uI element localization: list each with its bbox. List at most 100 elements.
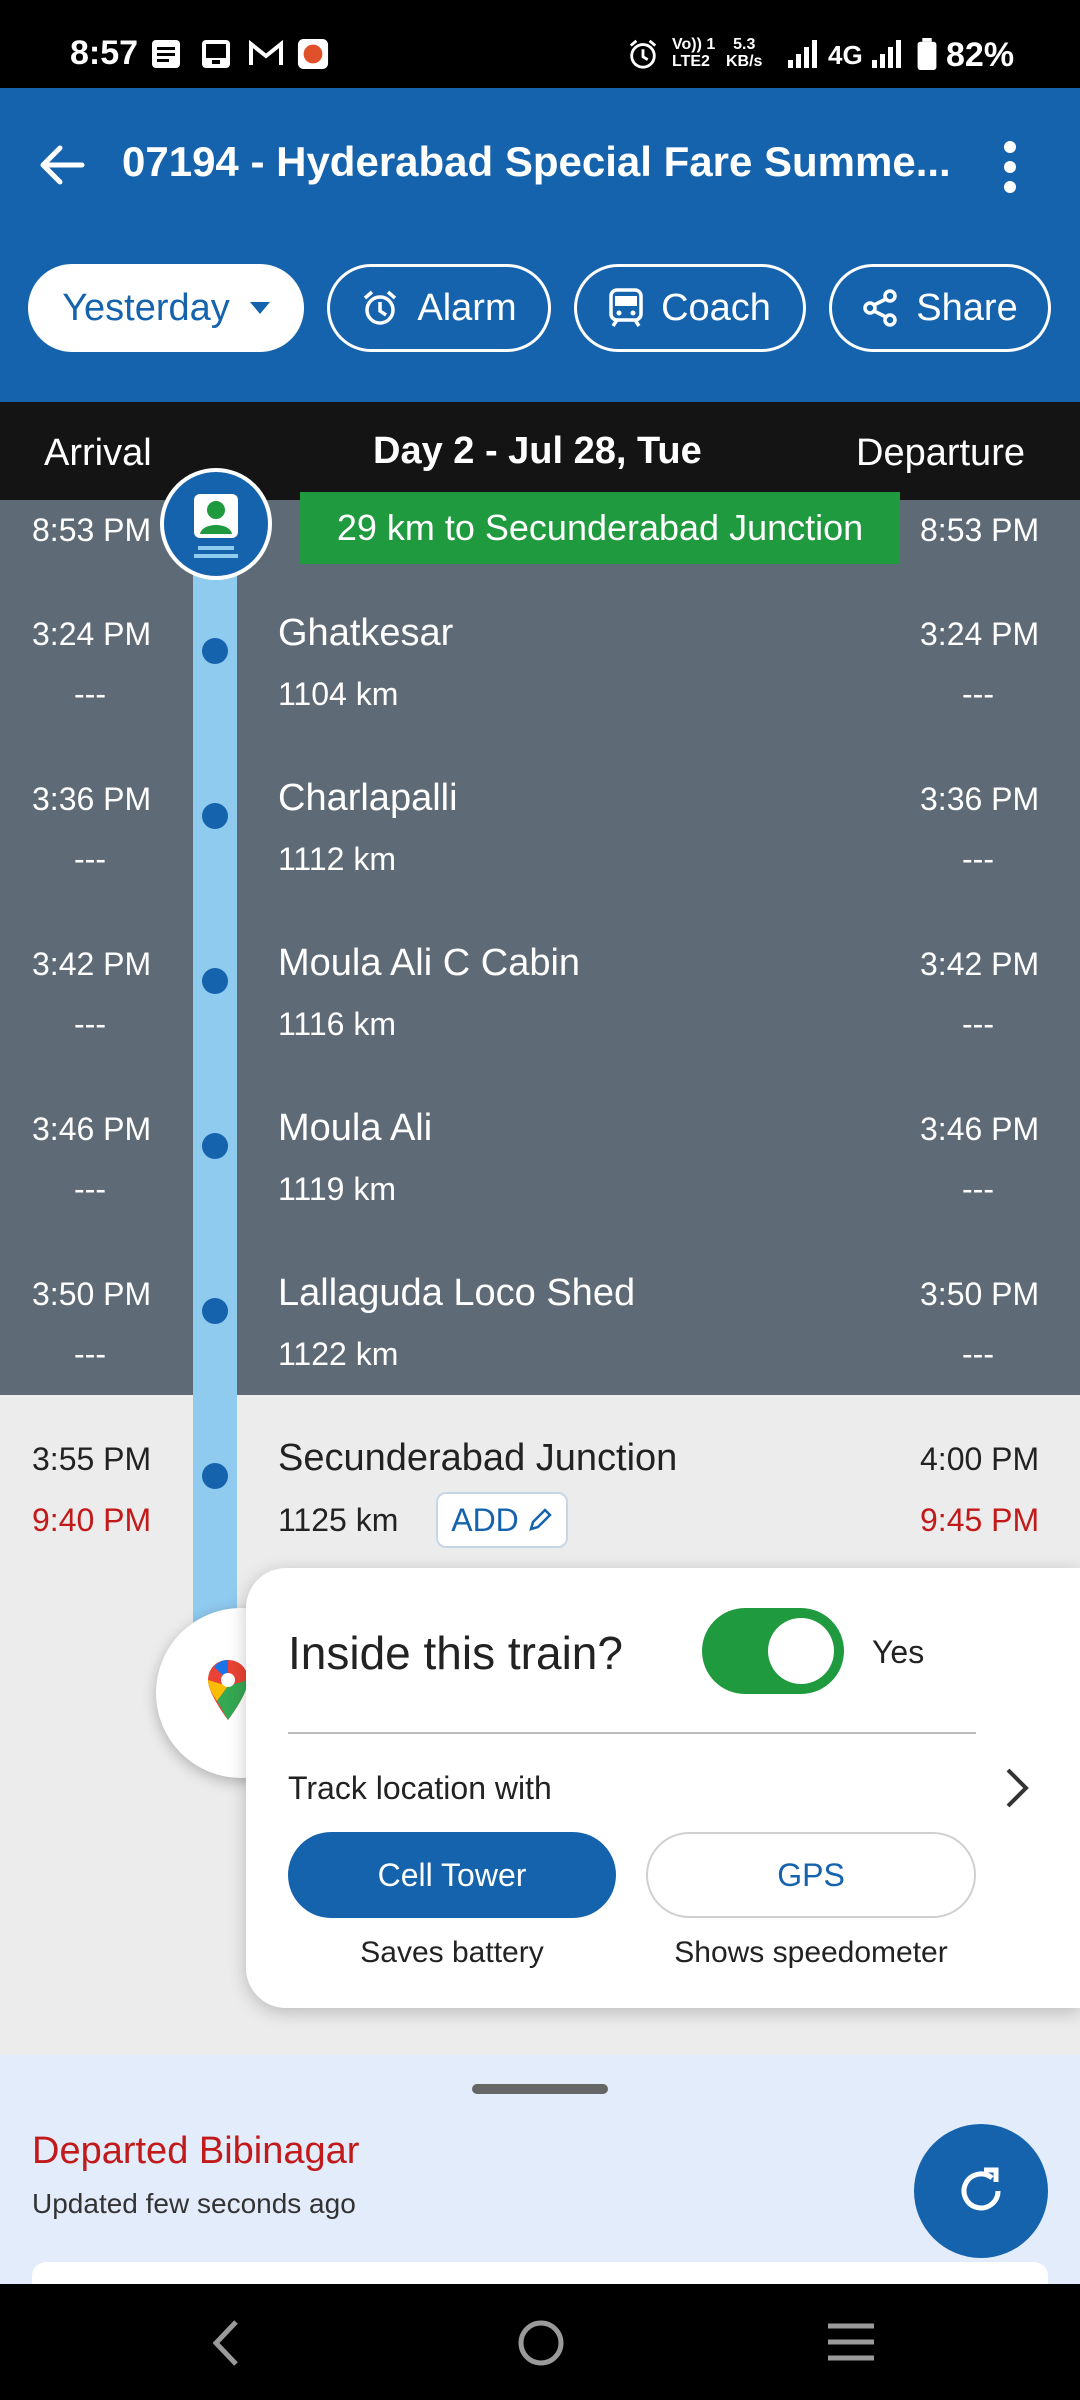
cell-tower-description: Saves battery <box>360 1936 544 1969</box>
last-updated-text: Updated few seconds ago <box>32 2188 356 2219</box>
station-dot <box>202 1463 228 1489</box>
station-dot <box>202 1298 228 1324</box>
station-name[interactable]: Moula Ali <box>278 1107 432 1150</box>
gps-button[interactable]: GPS <box>646 1832 976 1918</box>
actual-arrival: --- <box>74 841 106 877</box>
coach-train-icon <box>609 288 643 327</box>
date-select-chip[interactable]: Yesterday <box>28 264 304 352</box>
volte-indicator: Vo)) 1 LTE2 <box>672 36 716 70</box>
inside-train-question: Inside this train? <box>288 1627 623 1679</box>
chevron-right-icon[interactable] <box>1000 1766 1034 1810</box>
nav-home-icon[interactable] <box>516 2318 566 2368</box>
actual-departure: --- <box>962 1171 994 1207</box>
maps-pin-icon <box>208 1660 248 1720</box>
arrival-time: 3:36 PM <box>32 781 152 817</box>
network-type: 4G <box>828 40 863 70</box>
arrival-time: 3:46 PM <box>32 1111 152 1147</box>
train-location-icon <box>194 494 238 558</box>
signal-icon-1 <box>788 40 817 68</box>
arrival-time: 3:24 PM <box>32 616 152 652</box>
arrival-time: 3:55 PM <box>32 1441 152 1477</box>
running-status-title: Departed Bibinagar <box>32 2130 360 2172</box>
sheet-drag-handle[interactable] <box>472 2084 608 2094</box>
net-speed: 5.3 KB/s <box>726 36 763 70</box>
refresh-icon <box>961 2167 1001 2211</box>
station-dot <box>202 1133 228 1159</box>
actual-arrival: --- <box>74 1006 106 1042</box>
actual-departure: --- <box>962 1006 994 1042</box>
arrival-time: 3:50 PM <box>32 1276 152 1312</box>
coach-label: Coach <box>661 286 771 329</box>
battery-icon <box>917 38 937 70</box>
current-departure-time: 8:53 PM <box>920 512 1040 548</box>
alarm-label: Alarm <box>417 286 517 329</box>
caret-down-icon <box>249 302 270 314</box>
route-track-line <box>193 402 237 1632</box>
gmail-icon <box>249 39 283 65</box>
alarm-clock-icon <box>364 290 397 325</box>
station-dot <box>202 803 228 829</box>
train-title: 07194 - Hyderabad Special Fare Summe... <box>122 138 951 185</box>
station-name[interactable]: Lallaguda Loco Shed <box>278 1272 635 1315</box>
pencil-icon <box>528 1508 552 1531</box>
station-dot <box>202 638 228 664</box>
train-position-marker <box>160 468 272 580</box>
coach-chip[interactable]: Coach <box>574 264 806 352</box>
station-name[interactable]: Ghatkesar <box>278 612 453 655</box>
app-notification-icon <box>297 38 329 70</box>
signal-icon-2 <box>872 40 901 68</box>
share-chip[interactable]: Share <box>829 264 1051 352</box>
actual-departure: --- <box>962 841 994 877</box>
back-arrow-icon[interactable] <box>36 140 86 190</box>
alarm-status-icon <box>629 39 657 69</box>
departure-time: 3:42 PM <box>920 946 1040 982</box>
gps-description: Shows speedometer <box>674 1936 948 1969</box>
toggle-knob <box>768 1618 834 1684</box>
add-label: ADD <box>451 1501 519 1538</box>
station-name[interactable]: Charlapalli <box>278 777 458 820</box>
departure-time: 4:00 PM <box>920 1441 1040 1477</box>
station-distance: 1122 km <box>278 1336 399 1372</box>
alarm-chip[interactable]: Alarm <box>327 264 551 352</box>
station-dot <box>202 968 228 994</box>
departure-time: 3:24 PM <box>920 616 1040 652</box>
station-distance: 1104 km <box>278 676 399 712</box>
departure-time: 3:36 PM <box>920 781 1040 817</box>
station-distance: 1119 km <box>278 1171 396 1207</box>
station-name[interactable]: Secunderabad Junction <box>278 1437 677 1480</box>
station-distance: 1116 km <box>278 1006 396 1042</box>
station-name[interactable]: Moula Ali C Cabin <box>278 942 580 985</box>
actual-departure: 9:45 PM <box>920 1502 1040 1538</box>
station-distance: 1125 km <box>278 1502 399 1538</box>
departure-time: 3:50 PM <box>920 1276 1040 1312</box>
share-label: Share <box>916 286 1018 329</box>
track-location-label: Track location with <box>288 1770 552 1806</box>
departure-column-label: Departure <box>856 432 1025 474</box>
departure-time: 3:46 PM <box>920 1111 1040 1147</box>
cell-tower-button[interactable]: Cell Tower <box>288 1832 616 1918</box>
notification-doc-icon <box>152 40 180 68</box>
current-arrival-time: 8:53 PM <box>32 512 152 548</box>
day-date-label: Day 2 - Jul 28, Tue <box>373 430 702 472</box>
actual-departure: --- <box>962 1336 994 1372</box>
status-time: 8:57 <box>70 34 139 72</box>
actual-arrival: 9:40 PM <box>32 1502 152 1538</box>
add-platform-button[interactable]: ADD <box>436 1492 568 1548</box>
notification-media-icon <box>202 40 230 68</box>
refresh-button[interactable] <box>914 2124 1048 2258</box>
nav-recents-icon[interactable] <box>826 2322 876 2362</box>
more-options-icon[interactable] <box>1002 140 1018 194</box>
distance-remaining-banner: 29 km to Secunderabad Junction <box>300 492 900 564</box>
actual-departure: --- <box>962 676 994 712</box>
arrival-time: 3:42 PM <box>32 946 152 982</box>
nav-back-icon[interactable] <box>210 2318 242 2368</box>
card-divider <box>288 1732 976 1734</box>
actual-arrival: --- <box>74 1171 106 1207</box>
toggle-state-label: Yes <box>872 1634 925 1670</box>
date-select-label: Yesterday <box>62 286 230 329</box>
arrival-column-label: Arrival <box>44 432 152 474</box>
actual-arrival: --- <box>74 676 106 712</box>
share-icon <box>863 289 898 327</box>
app-bar <box>0 88 1080 402</box>
actual-arrival: --- <box>74 1336 106 1372</box>
